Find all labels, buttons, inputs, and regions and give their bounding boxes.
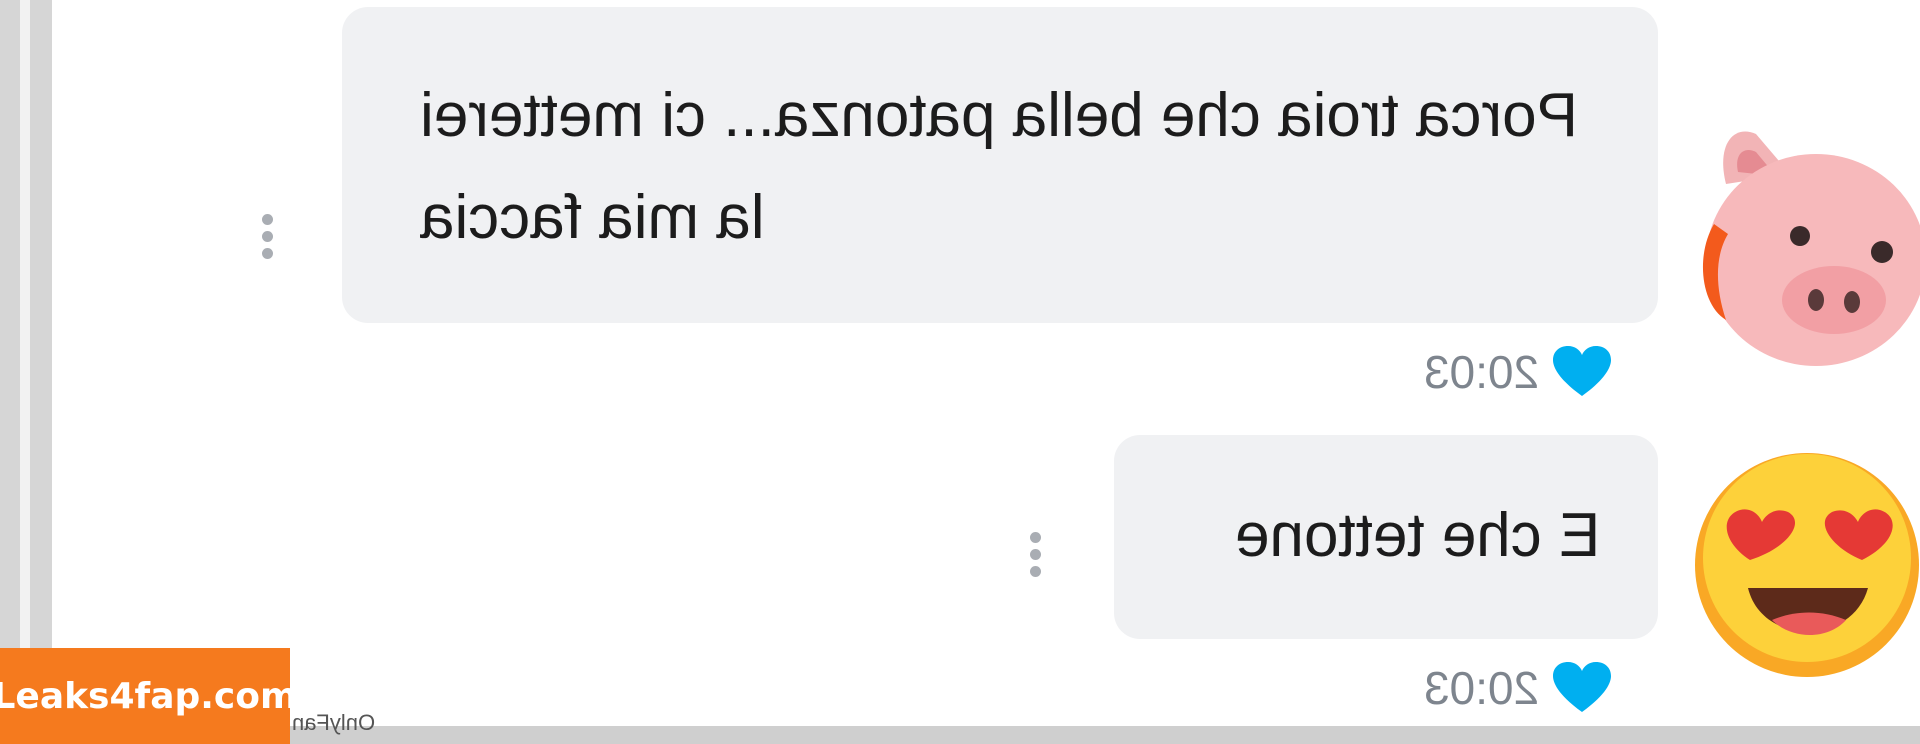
left-border <box>0 0 52 744</box>
message-options-icon[interactable] <box>262 214 274 265</box>
message-text: Porca troia che bella patonza... ci mett… <box>420 81 1578 252</box>
message-options-icon[interactable] <box>1030 532 1042 583</box>
heart-eyes-emoji-icon <box>1692 450 1920 685</box>
message-meta: 20:03 <box>1424 662 1612 714</box>
watermark-badge: Leaks4fap.com <box>0 648 298 744</box>
message-time: 20:03 <box>1424 662 1540 714</box>
heart-icon[interactable] <box>1553 346 1612 398</box>
message-bubble[interactable]: E che tettone <box>1114 435 1658 639</box>
message-time: 20:03 <box>1424 346 1540 398</box>
watermark-label: Leaks4fap.com <box>0 675 298 717</box>
source-label: OnlyFan <box>292 710 376 735</box>
chat-thread: Porca troia che bella patonza... ci mett… <box>52 0 1920 726</box>
message-meta: 20:03 <box>1424 346 1612 398</box>
heart-icon[interactable] <box>1553 662 1612 714</box>
pig-face-emoji-icon <box>1686 124 1920 379</box>
message-text: E che tettone <box>1234 501 1600 570</box>
message-bubble[interactable]: Porca troia che bella patonza... ci mett… <box>342 7 1658 323</box>
